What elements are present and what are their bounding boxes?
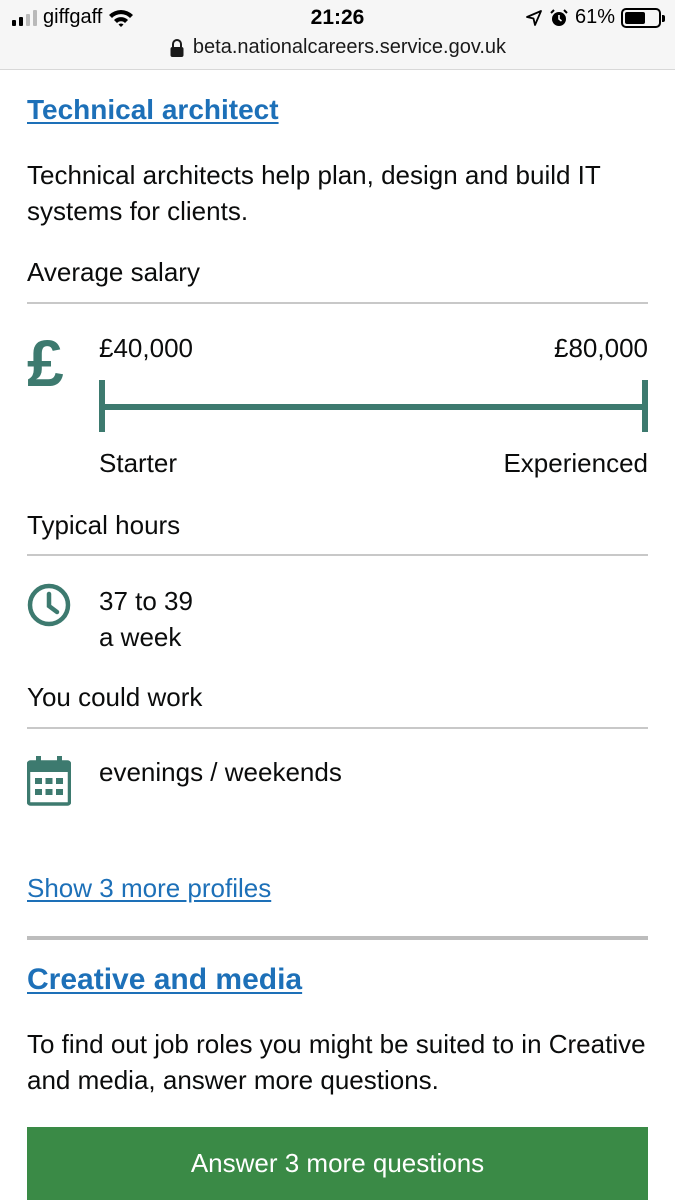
url-text: beta.nationalcareers.service.gov.uk xyxy=(192,36,507,58)
show-more-profiles-link[interactable]: Show 3 more profiles xyxy=(27,873,271,904)
category-description: To find out job roles you might be suite… xyxy=(27,1029,646,1095)
battery-level xyxy=(625,11,645,24)
work-heading: You could work xyxy=(27,682,203,712)
pound-icon: £ xyxy=(27,326,64,400)
hours-unit: a week xyxy=(99,622,182,652)
salary-range-bar xyxy=(99,380,648,432)
hours-range: 37 to 39 xyxy=(99,586,193,616)
answer-more-questions-button[interactable]: Answer 3 more questions xyxy=(27,1127,648,1200)
battery-percent: 61% xyxy=(574,6,615,28)
profile-description: Technical architects help plan, design a… xyxy=(27,160,601,226)
divider xyxy=(27,302,648,304)
salary-starter-label: Starter xyxy=(99,448,178,478)
calendar-icon xyxy=(27,756,71,806)
profile-title-link[interactable]: Technical architect xyxy=(27,94,279,126)
alarm-icon xyxy=(550,8,568,26)
address-bar[interactable]: beta.nationalcareers.service.gov.uk xyxy=(0,36,675,59)
category-title-link[interactable]: Creative and media xyxy=(27,963,302,997)
browser-top-bar: giffgaff 21:26 61% beta.nationalcareers.… xyxy=(0,0,675,70)
divider xyxy=(27,554,648,556)
status-right: 61% xyxy=(525,6,665,29)
hours-heading: Typical hours xyxy=(27,510,181,540)
divider xyxy=(27,727,648,729)
clock-icon xyxy=(27,583,71,627)
battery-icon xyxy=(621,7,665,28)
salary-heading: Average salary xyxy=(27,257,200,287)
location-arrow-icon xyxy=(526,9,542,26)
salary-experienced-label: Experienced xyxy=(503,448,648,478)
section-divider xyxy=(27,936,648,940)
salary-experienced-value: £80,000 xyxy=(554,333,648,363)
salary-starter-value: £40,000 xyxy=(99,333,193,363)
work-value: evenings / weekends xyxy=(99,757,342,787)
lock-icon xyxy=(170,38,184,57)
hours-value: 37 to 39 a week xyxy=(99,583,193,655)
